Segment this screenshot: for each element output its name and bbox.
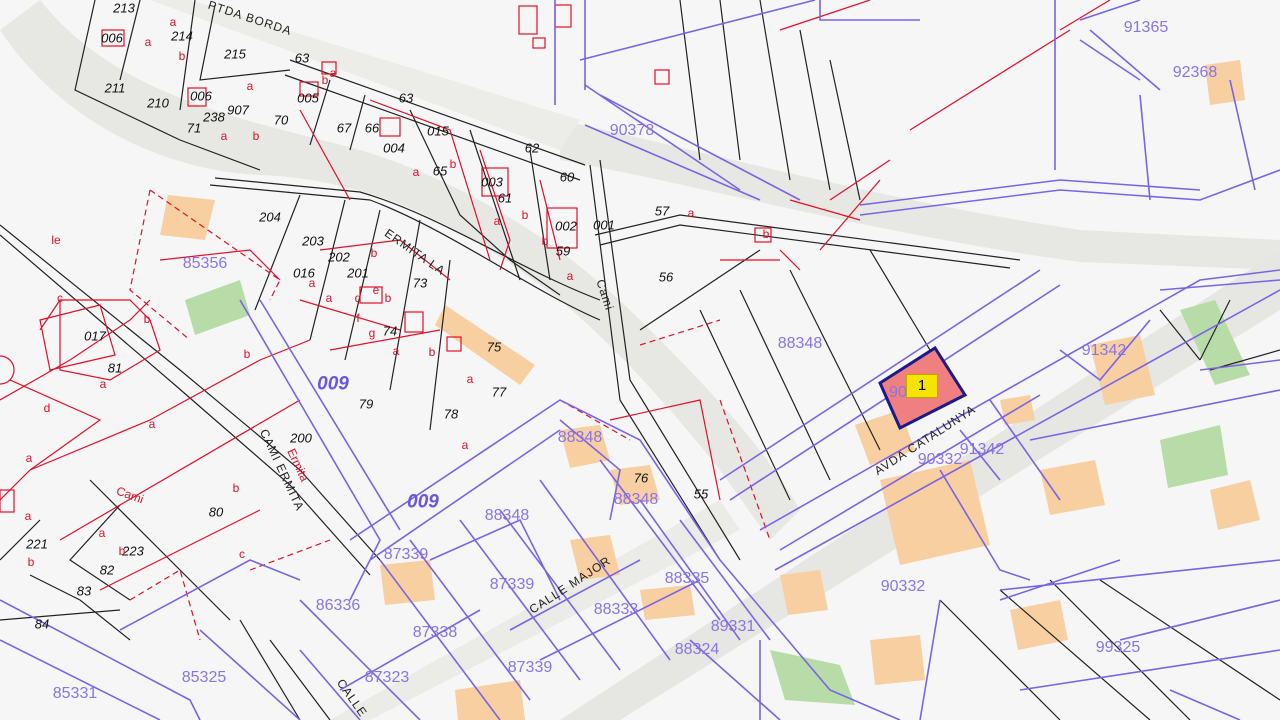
cadastral-map[interactable]: PTDA BORDA ERMITA LA Cami CAMI ERMITA Er… bbox=[0, 0, 1280, 720]
map-graphics bbox=[0, 0, 1280, 720]
ptda-borda-road bbox=[560, 120, 1280, 270]
selected-parcel-marker[interactable]: 1 bbox=[906, 374, 938, 398]
